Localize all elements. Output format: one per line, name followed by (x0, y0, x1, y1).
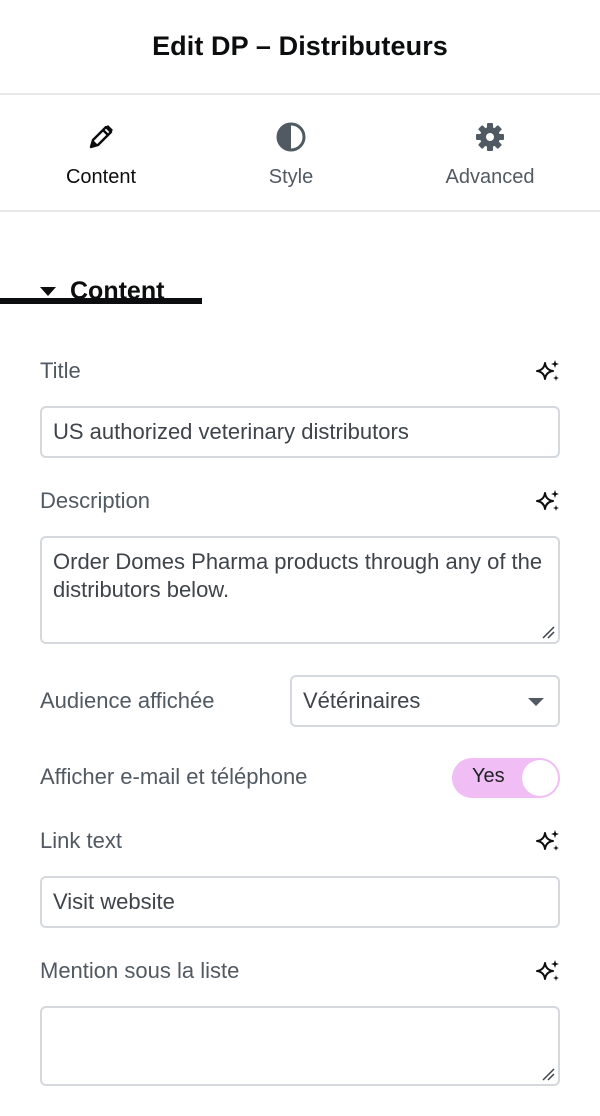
link-text-input[interactable]: Visit website (40, 876, 560, 928)
toggle-state-label: Yes (472, 765, 505, 787)
panel-header: Edit DP – Distributeurs (0, 0, 600, 95)
tab-bar: Content Style Advanced (0, 95, 600, 304)
show-contact-label: Afficher e-mail et téléphone (40, 764, 308, 789)
audience-label: Audience affichée (40, 688, 215, 713)
mention-label: Mention sous la liste (40, 958, 240, 983)
editor-panel: Edit DP – Distributeurs Content Style Ad… (0, 0, 600, 1116)
section-title: Content (70, 276, 165, 305)
ai-sparkle-icon[interactable] (535, 828, 561, 854)
audience-select[interactable]: Vétérinaires (290, 675, 560, 727)
tab-advanced-label: Advanced (445, 166, 535, 188)
toggle-knob (522, 760, 558, 796)
tab-style-label: Style (268, 166, 314, 188)
tab-content[interactable]: Content (0, 95, 202, 210)
pencil-icon (89, 125, 113, 149)
chevron-down-icon (528, 698, 544, 706)
link-text-label: Link text (40, 828, 122, 853)
mention-textarea[interactable] (40, 1006, 560, 1086)
gear-icon (476, 123, 504, 151)
ai-sparkle-icon[interactable] (535, 488, 561, 514)
title-label: Title (40, 358, 81, 383)
show-contact-toggle[interactable]: Yes (452, 758, 560, 798)
resize-handle-icon[interactable] (541, 1067, 555, 1081)
title-input[interactable]: US authorized veterinary distributors (40, 406, 560, 458)
description-text: Order Domes Pharma products through any … (53, 549, 543, 602)
tab-advanced[interactable]: Advanced (380, 95, 600, 210)
ai-sparkle-icon[interactable] (535, 358, 561, 384)
audience-selected-value: Vétérinaires (303, 688, 421, 713)
description-textarea[interactable]: Order Domes Pharma products through any … (40, 536, 560, 644)
contrast-icon (276, 122, 306, 152)
tab-style[interactable]: Style (202, 95, 380, 210)
caret-down-icon (40, 286, 56, 296)
panel-title: Edit DP – Distributeurs (152, 31, 448, 61)
ai-sparkle-icon[interactable] (535, 958, 561, 984)
resize-handle-icon[interactable] (541, 625, 555, 639)
description-label: Description (40, 488, 151, 513)
tab-content-label: Content (65, 166, 137, 188)
section-toggle-content[interactable]: Content (40, 273, 164, 309)
